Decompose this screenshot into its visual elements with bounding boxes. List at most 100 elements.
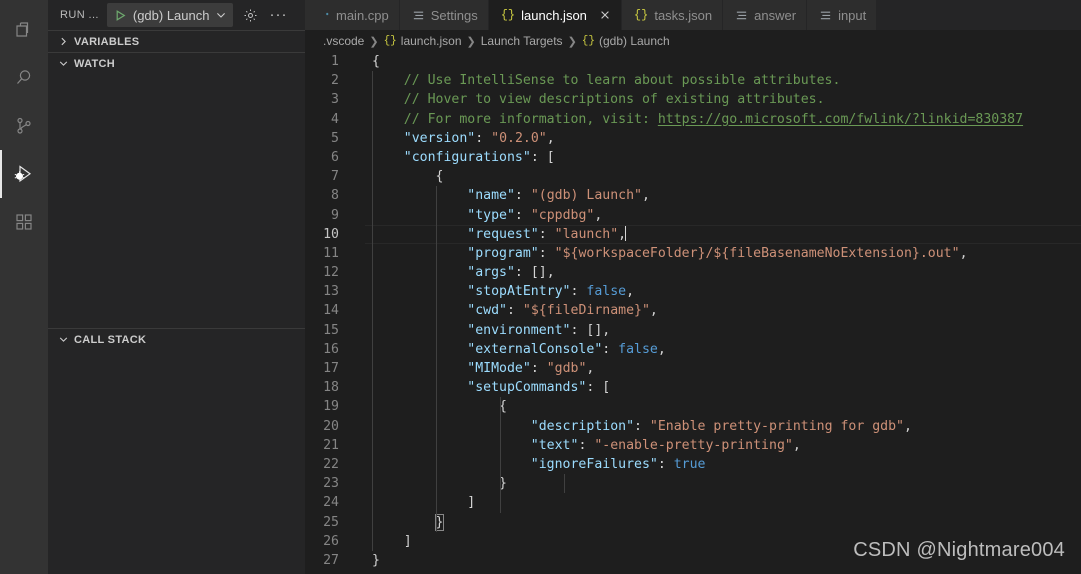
code-line: 9 "type": "cppdbg", — [305, 205, 1081, 225]
sidebar-title: RUN ... — [60, 9, 99, 21]
line-number: 27 — [323, 552, 339, 568]
breadcrumb-item-gdb-launch[interactable]: {} (gdb) Launch — [582, 34, 670, 48]
tab-tasks-json[interactable]: {} tasks.json — [621, 0, 724, 30]
code-line: 2 // Use IntelliSense to learn about pos… — [305, 71, 1081, 91]
sidebar-item-watch[interactable]: WATCH — [48, 52, 305, 74]
code-line: 16 "externalConsole": false, — [305, 339, 1081, 359]
code-line: 8 "name": "(gdb) Launch", — [305, 186, 1081, 206]
breadcrumb-item-vscode[interactable]: .vscode — [323, 34, 364, 48]
line-number: 7 — [331, 169, 339, 185]
chevron-down-icon — [56, 58, 70, 69]
line-text: { — [365, 167, 1081, 187]
code-line: 12 "args": [], — [305, 263, 1081, 283]
line-number: 13 — [323, 284, 339, 300]
line-number: 8 — [331, 188, 339, 204]
code-line-current: 10 "request": "launch", — [305, 224, 1081, 245]
code-line: 7 { — [305, 167, 1081, 187]
tab-bar-filler — [877, 0, 1081, 30]
settings-file-icon — [412, 9, 425, 22]
code-line: 17 "MIMode": "gdb", — [305, 359, 1081, 379]
sidebar-item-variables[interactable]: VARIABLES — [48, 30, 305, 52]
sidebar-item-call-stack[interactable]: CALL STACK — [48, 328, 305, 350]
chevron-right-icon — [56, 36, 70, 47]
editor-area: main.cpp Settings {} launch.json {} task… — [305, 0, 1081, 574]
tab-settings[interactable]: Settings — [399, 0, 489, 30]
tab-label: Settings — [430, 7, 478, 23]
call-stack-pane-body — [48, 350, 305, 574]
tab-launch-json[interactable]: {} launch.json — [488, 0, 622, 30]
line-text: "cwd": "${fileDirname}", — [365, 301, 1081, 321]
line-number: 12 — [323, 265, 339, 281]
line-text: "name": "(gdb) Launch", — [365, 186, 1081, 206]
tab-label: tasks.json — [654, 7, 713, 23]
tab-main-cpp[interactable]: main.cpp — [305, 0, 400, 30]
code-line: 14 "cwd": "${fileDirname}", — [305, 301, 1081, 321]
json-node-icon: {} — [581, 35, 595, 47]
launch-configuration-name: (gdb) Launch — [132, 7, 210, 23]
tab-answer[interactable]: answer — [723, 0, 808, 30]
line-text: { — [372, 54, 380, 69]
code-editor[interactable]: 1 { 2 // Use IntelliSense to learn about… — [305, 52, 1081, 574]
line-text: "ignoreFailures": true — [365, 454, 1081, 475]
line-number: 3 — [331, 92, 339, 108]
line-text: "args": [], — [365, 263, 1081, 283]
code-line: 6 "configurations": [ — [305, 147, 1081, 168]
text-file-icon — [735, 9, 748, 22]
source-control-icon[interactable] — [0, 102, 48, 150]
code-line: 1 { — [305, 52, 1081, 71]
breadcrumb: .vscode ❯ {} launch.json ❯ Launch Target… — [305, 30, 1081, 52]
text-file-icon — [819, 9, 832, 22]
line-text: "MIMode": "gdb", — [365, 359, 1081, 379]
breadcrumb-item-launch-targets[interactable]: Launch Targets — [481, 34, 563, 48]
gear-icon[interactable] — [239, 4, 261, 26]
line-text: "configurations": [ — [365, 147, 1081, 168]
json-file-icon: {} — [383, 35, 397, 47]
line-text: } — [365, 512, 1081, 532]
code-line: 21 "text": "-enable-pretty-printing", — [305, 435, 1081, 455]
more-actions-icon[interactable]: ··· — [267, 4, 289, 26]
line-number: 23 — [323, 476, 339, 492]
line-text: "program": "${workspaceFolder}/${fileBas… — [365, 243, 1081, 264]
code-line: 22 "ignoreFailures": true — [305, 454, 1081, 475]
start-debugging-icon[interactable] — [114, 9, 127, 22]
line-number: 20 — [323, 418, 339, 434]
chevron-down-icon[interactable] — [215, 9, 227, 21]
code-line: 26 ] — [305, 531, 1081, 551]
line-number: 5 — [331, 130, 339, 146]
line-number: 10 — [323, 226, 339, 242]
json-file-icon: {} — [633, 8, 649, 22]
code-line: 20 "description": "Enable pretty-printin… — [305, 416, 1081, 436]
line-text: "version": "0.2.0", — [365, 128, 1081, 148]
line-number: 4 — [331, 111, 339, 127]
tab-label: main.cpp — [336, 7, 389, 23]
explorer-icon[interactable] — [0, 6, 48, 54]
line-number: 26 — [323, 533, 339, 549]
run-and-debug-icon[interactable] — [0, 150, 48, 198]
sidebar-header: RUN ... (gdb) Launch ··· — [48, 0, 305, 30]
breadcrumb-separator-icon: ❯ — [567, 35, 577, 48]
line-text: // Use IntelliSense to learn about possi… — [365, 71, 1081, 91]
documentation-link[interactable]: https://go.microsoft.com/fwlink/?linkid=… — [658, 112, 1023, 127]
code-content: 1 { 2 // Use IntelliSense to learn about… — [305, 52, 1081, 570]
breadcrumb-label: launch.json — [400, 34, 462, 48]
launch-configuration-dropdown[interactable]: (gdb) Launch — [106, 3, 234, 27]
code-line: 25 } — [305, 512, 1081, 532]
line-text: // For more information, visit: https://… — [365, 109, 1081, 129]
search-icon[interactable] — [0, 54, 48, 102]
extensions-icon[interactable] — [0, 198, 48, 246]
line-text: ] — [365, 531, 1081, 551]
line-text: // Hover to view descriptions of existin… — [365, 90, 1081, 110]
tab-label: launch.json — [521, 7, 587, 23]
code-line: 18 "setupCommands": [ — [305, 378, 1081, 398]
line-number: 22 — [323, 456, 339, 472]
breadcrumb-item-launch-json[interactable]: {} launch.json — [384, 34, 462, 48]
code-line: 23 } — [305, 474, 1081, 494]
line-text: "setupCommands": [ — [365, 378, 1081, 398]
line-text: } — [372, 552, 380, 568]
close-icon[interactable] — [599, 9, 611, 21]
breadcrumb-separator-icon: ❯ — [466, 35, 476, 48]
line-text: "text": "-enable-pretty-printing", — [365, 435, 1081, 455]
line-text: "externalConsole": false, — [365, 339, 1081, 359]
tab-input[interactable]: input — [807, 0, 878, 30]
pane-label: WATCH — [74, 57, 116, 70]
